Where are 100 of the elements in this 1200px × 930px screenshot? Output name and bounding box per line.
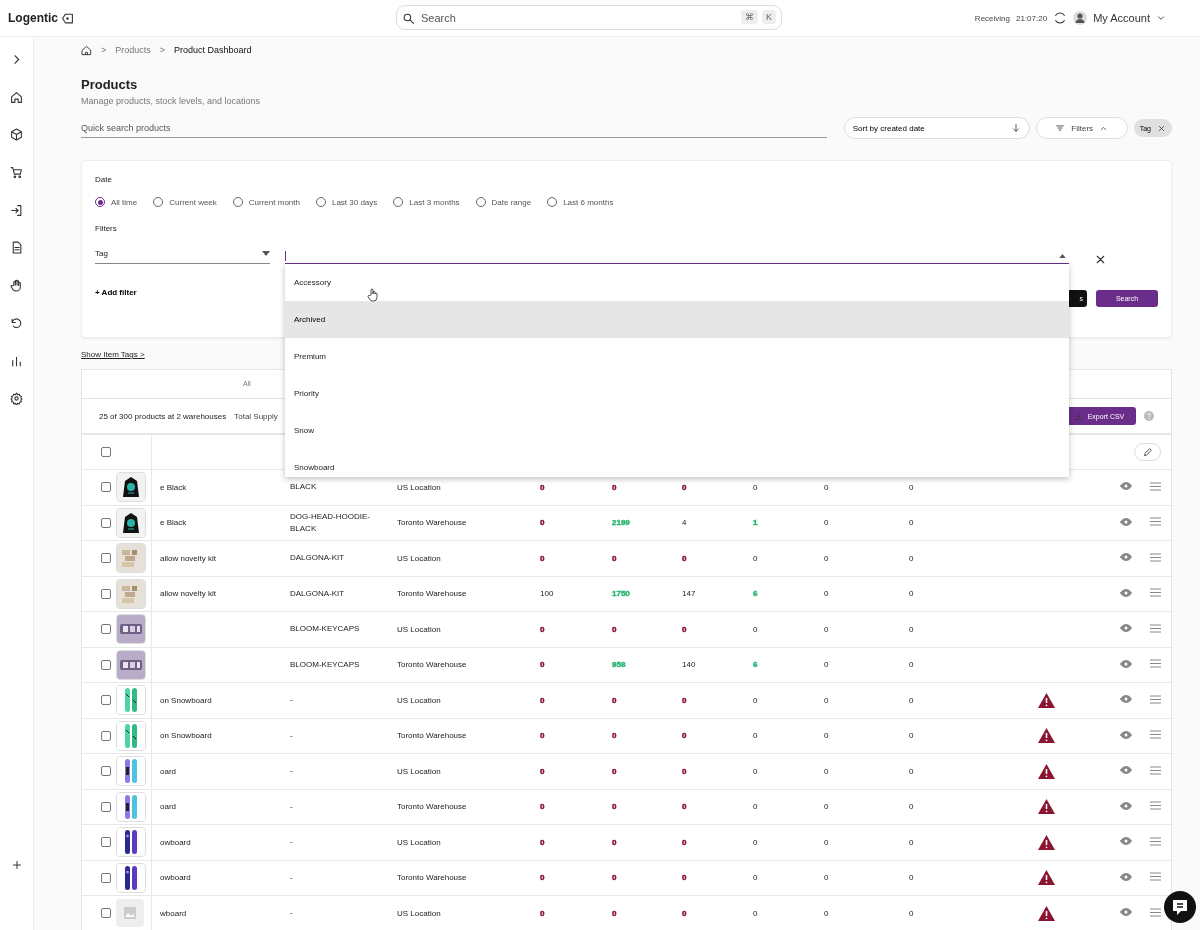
menu-icon[interactable] [1150, 907, 1161, 917]
logo-text: Logentic [8, 11, 58, 25]
eye-icon[interactable] [1120, 480, 1132, 493]
date-radio[interactable]: Last 6 months [547, 197, 614, 207]
quick-search-field[interactable]: Quick search products [81, 118, 827, 138]
box-icon[interactable] [10, 128, 23, 142]
eye-icon[interactable] [1120, 870, 1132, 883]
menu-icon[interactable] [1150, 694, 1161, 704]
bar-chart-icon[interactable] [10, 354, 23, 368]
menu-icon[interactable] [1150, 481, 1161, 491]
stock-value: 0 [909, 660, 914, 670]
stock-value: 0 [682, 731, 687, 741]
field-select[interactable]: Tag [95, 245, 270, 264]
add-filter-button[interactable]: + Add filter [95, 288, 137, 297]
dropdown-option[interactable]: Archived [285, 301, 1069, 338]
eye-icon[interactable] [1120, 586, 1132, 599]
stock-value: 140 [682, 660, 696, 670]
menu-icon[interactable] [1150, 765, 1161, 775]
menu-icon[interactable] [1150, 588, 1161, 598]
location-text: Toronto Warehouse [397, 589, 467, 599]
chat-icon[interactable] [1164, 891, 1196, 923]
dropdown-option[interactable]: Premium [285, 338, 1069, 375]
row-checkbox[interactable] [101, 730, 111, 741]
row-checkbox[interactable] [101, 872, 111, 883]
date-radio[interactable]: Current week [153, 197, 217, 207]
date-radio[interactable]: Date range [475, 197, 532, 207]
row-checkbox[interactable] [101, 517, 111, 528]
settings-icon[interactable] [10, 392, 23, 406]
sign-in-icon[interactable] [10, 203, 23, 217]
breadcrumb-link[interactable]: Product Dashboard [174, 45, 252, 55]
filters-button[interactable]: Filters [1035, 117, 1128, 139]
eye-icon[interactable] [1120, 764, 1132, 777]
eye-icon[interactable] [1120, 728, 1132, 741]
menu-icon[interactable] [1150, 836, 1161, 846]
eye-icon[interactable] [1120, 799, 1132, 812]
eye-icon[interactable] [1120, 693, 1132, 706]
sort-dropdown[interactable]: Sort by created date [843, 117, 1030, 139]
avatar-icon[interactable] [1073, 11, 1088, 25]
home-icon[interactable] [81, 44, 92, 56]
eye-icon[interactable] [1120, 835, 1132, 848]
row-checkbox[interactable] [101, 588, 111, 599]
menu-icon[interactable] [1150, 801, 1161, 811]
stock-value: 147 [682, 589, 696, 599]
stock-value: 0 [909, 518, 914, 528]
row-checkbox[interactable] [101, 624, 111, 635]
undo-icon[interactable] [10, 316, 23, 330]
home-icon[interactable] [10, 90, 23, 104]
sku-text: - [290, 872, 293, 882]
stock-value: 0 [540, 695, 545, 705]
cart-icon[interactable] [10, 166, 23, 180]
select-all-checkbox[interactable] [101, 447, 111, 457]
eye-icon[interactable] [1120, 906, 1132, 919]
account-menu[interactable]: My Account [1093, 12, 1150, 24]
close-icon [1157, 123, 1166, 133]
date-radio[interactable]: Last 3 months [393, 197, 460, 207]
document-icon[interactable] [10, 241, 23, 255]
row-checkbox[interactable] [101, 766, 111, 777]
date-radio[interactable]: Current month [232, 197, 300, 207]
page-subtitle: Manage products, stock levels, and locations [81, 96, 262, 106]
menu-icon[interactable] [1150, 552, 1161, 562]
stock-value: 6 [753, 660, 758, 670]
row-checkbox[interactable] [101, 482, 111, 493]
stock-value: 0 [682, 908, 687, 918]
plus-icon[interactable] [10, 859, 23, 871]
row-checkbox[interactable] [101, 553, 111, 564]
stock-value: 2199 [612, 518, 630, 528]
stock-value: 0 [824, 482, 829, 492]
stock-value: 0 [909, 766, 914, 776]
sku-text: - [290, 801, 293, 811]
date-radio[interactable]: All time [95, 197, 138, 207]
row-checkbox[interactable] [101, 801, 111, 812]
dropdown-option[interactable]: Accessory [285, 264, 1069, 301]
sku-text: BLOOM-KEYCAPS [290, 624, 360, 634]
menu-icon[interactable] [1150, 623, 1161, 633]
row-checkbox[interactable] [101, 659, 111, 670]
show-tags-link[interactable]: Show Item Tags > [81, 350, 145, 359]
menu-icon[interactable] [1150, 659, 1161, 669]
breadcrumb-link[interactable]: Products [115, 45, 151, 55]
menu-icon[interactable] [1150, 517, 1161, 527]
row-checkbox[interactable] [101, 908, 111, 919]
date-radio[interactable]: Last 30 days [315, 197, 378, 207]
edit-button[interactable] [1134, 443, 1161, 461]
row-checkbox[interactable] [101, 837, 111, 848]
menu-icon[interactable] [1150, 730, 1161, 740]
eye-icon[interactable] [1120, 622, 1132, 635]
stock-value: 0 [909, 802, 914, 812]
dropdown-option[interactable]: Snowboard [285, 449, 1069, 477]
location-text: Toronto Warehouse [397, 873, 467, 883]
menu-icon[interactable] [1150, 872, 1161, 882]
row-checkbox[interactable] [101, 695, 111, 706]
chevron-down-icon[interactable] [1156, 13, 1166, 23]
hand-icon[interactable] [10, 279, 23, 293]
loader-icon [1053, 11, 1068, 25]
filters-label: Filters [95, 224, 118, 233]
stock-value: 0 [612, 908, 617, 918]
stock-value: 0 [682, 802, 687, 812]
eye-icon[interactable] [1120, 551, 1132, 564]
close-icon[interactable] [1094, 253, 1107, 266]
eye-icon[interactable] [1120, 515, 1132, 528]
eye-icon[interactable] [1120, 657, 1132, 670]
